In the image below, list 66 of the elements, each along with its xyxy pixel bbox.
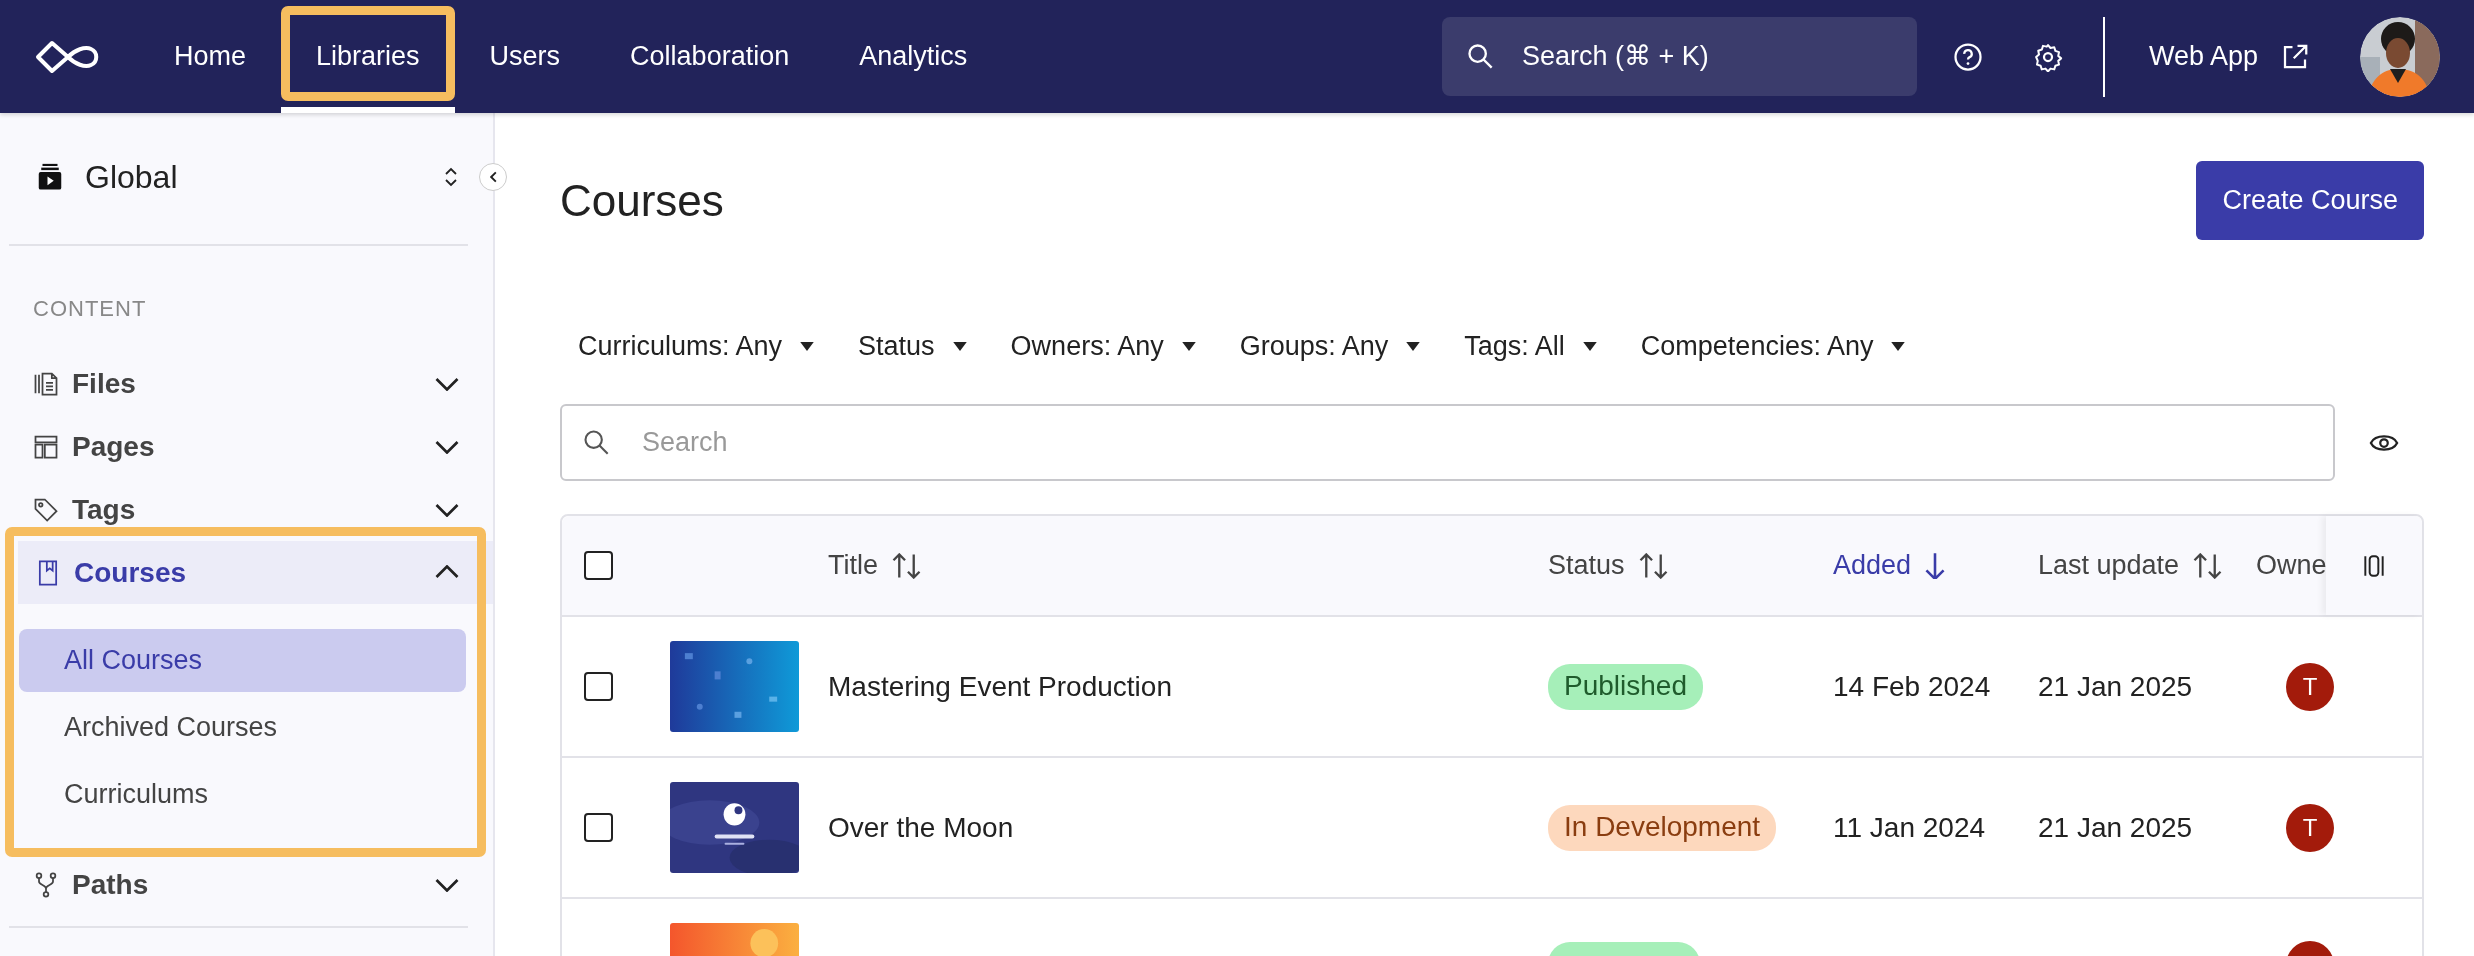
sidebar-item[interactable]: Courses bbox=[18, 541, 493, 604]
logo-icon[interactable] bbox=[35, 39, 101, 74]
course-title[interactable]: Over the Moon bbox=[828, 811, 1014, 843]
row-checkbox[interactable] bbox=[584, 813, 613, 842]
sidebar-subitem[interactable]: All Courses bbox=[19, 629, 466, 692]
filter-dropdown[interactable]: Competencies: Any bbox=[1640, 330, 1874, 362]
chevron-icon bbox=[435, 376, 459, 391]
filter-dropdown[interactable]: Groups: Any bbox=[1239, 330, 1389, 362]
last-update-date: 21 Jan 2025 bbox=[2038, 670, 2193, 702]
nav-tab[interactable]: Home bbox=[139, 0, 282, 113]
chevron-left-icon bbox=[489, 171, 497, 183]
owner-avatar: T bbox=[2286, 803, 2334, 852]
select-all-checkbox[interactable] bbox=[584, 551, 613, 580]
column-header[interactable]: Status bbox=[1548, 550, 1668, 581]
owner-avatar: T bbox=[2286, 662, 2334, 711]
column-header[interactable]: Added bbox=[1833, 550, 1946, 581]
collapse-sidebar-button[interactable] bbox=[479, 163, 507, 191]
sidebar-item[interactable]: Paths bbox=[0, 853, 493, 916]
date-added: 14 Feb 2024 bbox=[1833, 670, 1991, 702]
sidebar-item[interactable]: Files bbox=[0, 352, 493, 415]
column-header[interactable]: Owne bbox=[2256, 550, 2327, 581]
sidebar-subitem[interactable]: Curriculums bbox=[19, 763, 466, 826]
filter-dropdown[interactable]: Status bbox=[858, 330, 935, 362]
filter-dropdown[interactable]: Tags: All bbox=[1464, 330, 1565, 362]
caret-icon[interactable] bbox=[800, 341, 815, 351]
caret-icon[interactable] bbox=[1891, 341, 1906, 351]
chevron-icon bbox=[435, 502, 459, 517]
nav-tab[interactable]: Users bbox=[454, 0, 596, 113]
sort-icon[interactable] bbox=[2193, 552, 2223, 579]
column-header[interactable]: Title bbox=[828, 550, 921, 581]
search-icon bbox=[582, 428, 610, 456]
sort-icon[interactable] bbox=[1638, 552, 1668, 579]
sidebar-item[interactable]: Tags bbox=[0, 478, 493, 541]
sidebar-subitem[interactable]: Archived Courses bbox=[19, 696, 466, 759]
nav-tab[interactable]: Analytics bbox=[824, 0, 1003, 113]
chevron-icon bbox=[435, 565, 459, 580]
caret-icon[interactable] bbox=[952, 341, 967, 351]
settings-icon[interactable] bbox=[2032, 41, 2063, 72]
course-title[interactable]: Mastering Event Production bbox=[828, 670, 1172, 702]
search-field[interactable]: Search bbox=[560, 404, 2335, 481]
columns-icon[interactable] bbox=[2361, 552, 2387, 579]
sidebar-item[interactable]: Pages bbox=[0, 415, 493, 478]
search-field[interactable]: Search (⌘ + K) bbox=[1441, 17, 1917, 96]
create-course-button[interactable]: Create Course bbox=[2196, 161, 2424, 240]
web-app-link[interactable]: Web App bbox=[2148, 41, 2258, 72]
help-icon[interactable] bbox=[1952, 41, 1983, 72]
last-update-date: 21 Jan 2025 bbox=[2038, 811, 2193, 843]
caret-icon[interactable] bbox=[1406, 341, 1421, 351]
status-badge: Published bbox=[1548, 663, 1703, 710]
filter-dropdown[interactable]: Curriculums: Any bbox=[578, 330, 783, 362]
section-label: CONTENT bbox=[32, 295, 148, 323]
status-badge: In Development bbox=[1548, 804, 1777, 851]
row-checkbox[interactable] bbox=[584, 672, 613, 701]
chevron-icon bbox=[435, 439, 459, 454]
search-icon bbox=[1465, 42, 1494, 70]
sort-down-icon[interactable] bbox=[1925, 552, 1946, 579]
workspace-name[interactable]: Global bbox=[85, 158, 178, 196]
page-title: Courses bbox=[560, 175, 724, 226]
sort-icon[interactable] bbox=[892, 552, 921, 579]
caret-icon[interactable] bbox=[1582, 341, 1597, 351]
filter-dropdown[interactable]: Owners: Any bbox=[1010, 330, 1164, 362]
nav-tab[interactable]: Collaboration bbox=[595, 0, 825, 113]
date-added: 11 Jan 2024 bbox=[1833, 811, 1986, 843]
caret-icon[interactable] bbox=[1181, 341, 1196, 351]
chevron-icon bbox=[435, 877, 459, 892]
column-header[interactable]: Last update bbox=[2038, 550, 2223, 581]
